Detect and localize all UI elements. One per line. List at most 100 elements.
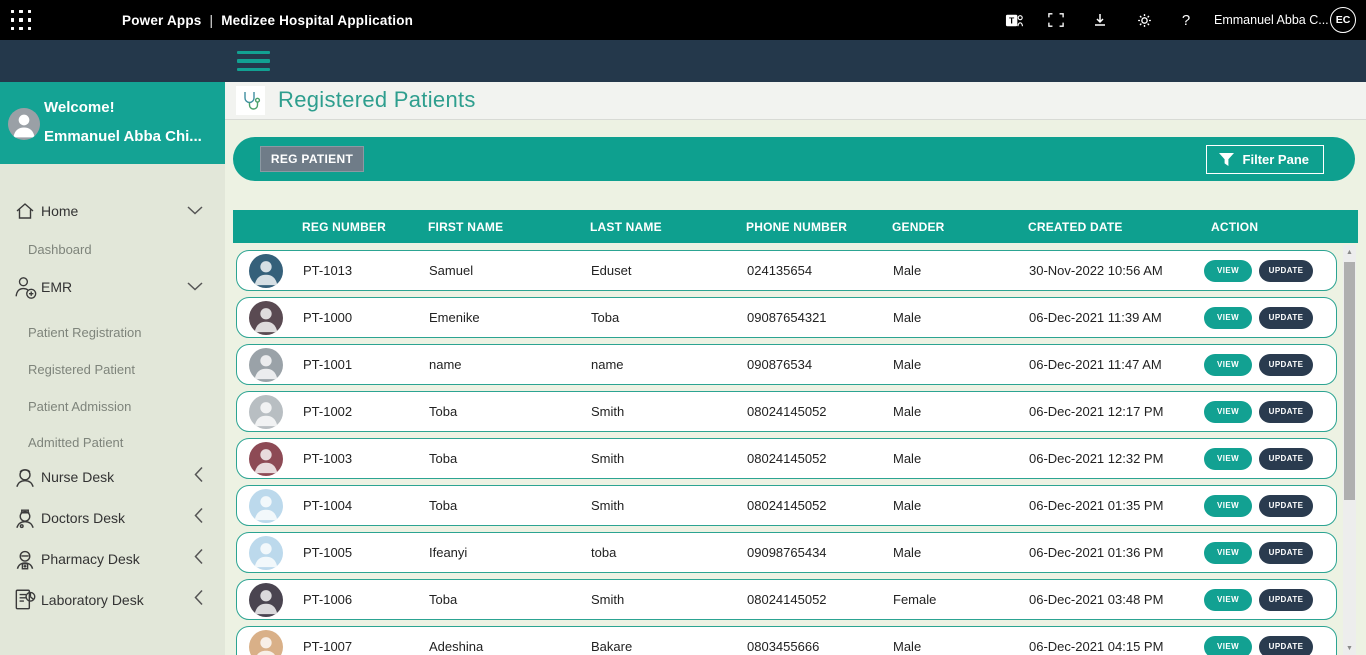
cell-phone-number: 090876534 (745, 357, 885, 372)
sidebar-item-laboratory-desk[interactable]: Laboratory Desk (0, 585, 225, 615)
update-button[interactable]: UPDATE (1259, 448, 1313, 470)
action-cell: VIEW UPDATE (1197, 636, 1336, 655)
sidebar-item-registered-patient[interactable]: Registered Patient (28, 362, 135, 377)
sidebar-item-emr[interactable]: EMR (0, 272, 225, 302)
pharmacist-icon (10, 544, 40, 574)
action-cell: VIEW UPDATE (1197, 495, 1336, 517)
sidebar-item-doctors-desk[interactable]: Doctors Desk (0, 503, 225, 533)
user-name[interactable]: Emmanuel Abba C... (1214, 0, 1329, 40)
cell-created-date: 06-Dec-2021 01:36 PM (1025, 545, 1197, 560)
scrollbar-up-arrow[interactable]: ▲ (1343, 245, 1356, 259)
sidebar-item-home[interactable]: Home (0, 196, 225, 226)
filter-pane-button[interactable]: Filter Pane (1206, 145, 1324, 174)
column-header-first-name: FIRST NAME (424, 220, 584, 234)
patient-avatar (249, 536, 283, 570)
cell-reg-number: PT-1003 (301, 451, 425, 466)
cell-created-date: 06-Dec-2021 11:47 AM (1025, 357, 1197, 372)
cell-first-name: name (425, 357, 585, 372)
person-icon (249, 254, 283, 288)
fit-screen-icon-glyph (1047, 12, 1065, 28)
view-button[interactable]: VIEW (1204, 354, 1252, 376)
fit-screen-icon[interactable] (1041, 0, 1071, 40)
table-header: REG NUMBER FIRST NAME LAST NAME PHONE NU… (233, 210, 1358, 243)
view-button[interactable]: VIEW (1204, 401, 1252, 423)
cell-gender: Male (885, 545, 1025, 560)
sidebar-item-pharmacy-desk[interactable]: Pharmacy Desk (0, 544, 225, 574)
settings-gear-icon[interactable] (1129, 0, 1159, 40)
cell-first-name: Toba (425, 592, 585, 607)
welcome-avatar (8, 108, 40, 140)
sidebar-item-label: Nurse Desk (41, 469, 114, 485)
cell-first-name: Ifeanyi (425, 545, 585, 560)
help-icon[interactable]: ? (1171, 0, 1201, 40)
update-button[interactable]: UPDATE (1259, 589, 1313, 611)
table-row[interactable]: PT-1013 Samuel Eduset 024135654 Male 30-… (236, 250, 1337, 291)
table-scrollbar[interactable]: ▲ ▼ (1343, 245, 1356, 655)
view-button[interactable]: VIEW (1204, 636, 1252, 655)
view-button[interactable]: VIEW (1204, 448, 1252, 470)
view-button[interactable]: VIEW (1204, 542, 1252, 564)
update-button[interactable]: UPDATE (1259, 636, 1313, 655)
table-row[interactable]: PT-1001 name name 090876534 Male 06-Dec-… (236, 344, 1337, 385)
cell-gender: Female (885, 592, 1025, 607)
sidebar-item-label: EMR (41, 279, 72, 295)
scrollbar-down-arrow[interactable]: ▼ (1343, 641, 1356, 655)
cell-last-name: Smith (585, 404, 745, 419)
cell-phone-number: 0803455666 (745, 639, 885, 654)
download-icon[interactable] (1085, 0, 1115, 40)
table-row[interactable]: PT-1006 Toba Smith 08024145052 Female 06… (236, 579, 1337, 620)
person-icon (249, 395, 283, 429)
scrollbar-thumb[interactable] (1344, 262, 1355, 500)
table-row[interactable]: PT-1003 Toba Smith 08024145052 Male 06-D… (236, 438, 1337, 479)
sidebar-item-dashboard[interactable]: Dashboard (28, 242, 92, 257)
reg-patient-button[interactable]: REG PATIENT (260, 146, 364, 172)
update-button[interactable]: UPDATE (1259, 401, 1313, 423)
app-label: Power Apps (122, 13, 202, 28)
settings-gear-icon-glyph (1136, 12, 1153, 29)
update-button[interactable]: UPDATE (1259, 542, 1313, 564)
action-cell: VIEW UPDATE (1197, 401, 1336, 423)
cell-phone-number: 08024145052 (745, 498, 885, 513)
column-header-created-date: CREATED DATE (1024, 220, 1196, 234)
person-icon (249, 583, 283, 617)
cell-phone-number: 09087654321 (745, 310, 885, 325)
cell-first-name: Adeshina (425, 639, 585, 654)
cell-first-name: Toba (425, 451, 585, 466)
view-button[interactable]: VIEW (1204, 589, 1252, 611)
table-row[interactable]: PT-1000 Emenike Toba 09087654321 Male 06… (236, 297, 1337, 338)
view-button[interactable]: VIEW (1204, 260, 1252, 282)
table-row[interactable]: PT-1004 Toba Smith 08024145052 Male 06-D… (236, 485, 1337, 526)
teams-icon[interactable]: T (999, 0, 1029, 40)
column-header-action: ACTION (1196, 220, 1358, 234)
column-header-last-name: LAST NAME (584, 220, 744, 234)
update-button[interactable]: UPDATE (1259, 495, 1313, 517)
cell-created-date: 06-Dec-2021 12:17 PM (1025, 404, 1197, 419)
user-avatar-badge[interactable]: EC (1330, 7, 1356, 33)
sidebar-item-nurse-desk[interactable]: Nurse Desk (0, 462, 225, 492)
waffle-menu-icon[interactable] (11, 10, 32, 31)
view-button[interactable]: VIEW (1204, 495, 1252, 517)
action-cell: VIEW UPDATE (1197, 307, 1336, 329)
update-button[interactable]: UPDATE (1259, 307, 1313, 329)
sidebar-item-patient-admission[interactable]: Patient Admission (28, 399, 131, 414)
update-button[interactable]: UPDATE (1259, 260, 1313, 282)
stethoscope-icon (236, 86, 265, 115)
page-title-strip: Registered Patients (225, 82, 1366, 120)
update-button[interactable]: UPDATE (1259, 354, 1313, 376)
view-button[interactable]: VIEW (1204, 307, 1252, 329)
table-row[interactable]: PT-1002 Toba Smith 08024145052 Male 06-D… (236, 391, 1337, 432)
table-row[interactable]: PT-1005 Ifeanyi toba 09098765434 Male 06… (236, 532, 1337, 573)
action-cell: VIEW UPDATE (1197, 542, 1336, 564)
page-title: Registered Patients (278, 87, 476, 113)
sidebar-item-admitted-patient[interactable]: Admitted Patient (28, 435, 123, 450)
navy-header-bar (0, 40, 1366, 82)
table-row[interactable]: PT-1007 Adeshina Bakare 0803455666 Male … (236, 626, 1337, 655)
title-divider: | (210, 13, 214, 28)
cell-reg-number: PT-1007 (301, 639, 425, 654)
welcome-greeting: Welcome! (44, 99, 115, 116)
sidebar-item-patient-registration[interactable]: Patient Registration (28, 325, 141, 340)
menu-toggle-icon[interactable] (237, 51, 270, 71)
cell-first-name: Toba (425, 498, 585, 513)
sidebar: Welcome! Emmanuel Abba Chi... Home Dashb… (0, 82, 225, 655)
svg-text:T: T (1009, 15, 1015, 25)
